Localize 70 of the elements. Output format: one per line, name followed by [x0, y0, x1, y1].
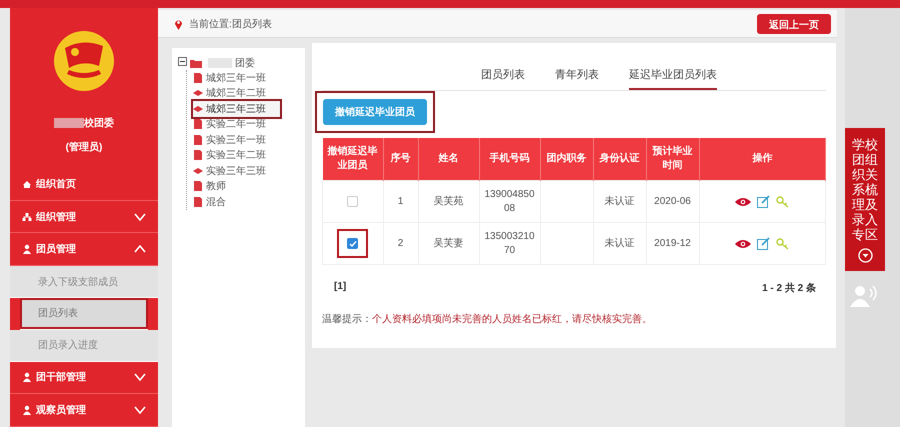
tree-item[interactable]: 实验三年三班 — [193, 163, 270, 178]
tab[interactable]: 延迟毕业团员列表 — [629, 63, 717, 90]
key-icon[interactable] — [776, 196, 790, 208]
document-icon — [193, 72, 203, 83]
table-cell: 未认证 — [604, 194, 634, 208]
tree-item[interactable]: 城郊三年一班 — [193, 70, 270, 86]
breadcrumb-text: 当前位置:团员列表 — [189, 18, 273, 30]
emblem-logo — [53, 30, 115, 92]
collapse-toggle-icon[interactable] — [178, 57, 187, 69]
document-icon — [193, 150, 203, 160]
tree-item[interactable]: 教师 — [193, 178, 230, 194]
chevron-circle-down-icon — [858, 248, 872, 263]
column-header: 团内职务 — [540, 138, 593, 180]
tree-item[interactable]: 实验二年一班 — [193, 116, 270, 132]
person-icon — [22, 244, 32, 254]
table-cell: 1 — [398, 194, 404, 208]
tree-item[interactable]: 混合 — [193, 194, 230, 210]
page-link[interactable]: [1] — [334, 281, 346, 295]
location-pin-icon — [174, 18, 183, 30]
tree-item[interactable]: 实验三年一班 — [193, 132, 270, 148]
home-icon — [22, 178, 32, 189]
eye-icon[interactable] — [735, 196, 752, 206]
hint-message: 个人资料必填项尚未完善的人员姓名已标红，请尽快核实完善。 — [372, 314, 652, 325]
tab[interactable]: 青年列表 — [555, 63, 599, 90]
redaction-block — [208, 58, 232, 68]
document-icon — [193, 181, 203, 192]
edit-icon[interactable] — [757, 195, 770, 208]
menu-item[interactable]: 团干部管理 — [10, 362, 158, 394]
table-cell: 吴芙妻 — [434, 236, 464, 250]
key-icon[interactable] — [776, 238, 790, 250]
column-header: 操作 — [699, 138, 826, 180]
hint-label: 温馨提示： — [322, 314, 372, 325]
edit-icon[interactable] — [757, 237, 770, 250]
tree-item[interactable]: 城郊三年二班 — [193, 86, 270, 101]
person-icon — [22, 405, 32, 416]
redaction-block — [54, 118, 84, 128]
column-header: 序号 — [383, 138, 418, 180]
person-icon — [22, 372, 32, 382]
hierarchy-icon — [22, 212, 32, 222]
record-count: 1 - 2 共 2 条 — [762, 282, 816, 295]
column-header: 手机号码 — [479, 138, 540, 180]
menu-item[interactable]: 观察员管理 — [10, 394, 158, 427]
column-header: 身份认证 — [593, 138, 646, 180]
eye-icon[interactable] — [735, 238, 752, 248]
tree-node[interactable]: 团委 — [235, 56, 255, 70]
folder-icon — [190, 58, 202, 68]
column-header: 姓名 — [418, 138, 479, 180]
column-header: 撤销延迟毕业团员 — [322, 138, 383, 180]
tree-item[interactable]: 实验三年二班 — [193, 148, 270, 163]
document-icon — [193, 196, 203, 207]
table-cell: 未认证 — [604, 236, 634, 250]
table-cell: 2 — [398, 236, 404, 250]
checkbox[interactable] — [347, 238, 358, 249]
organization-name: 校团委 — [84, 116, 114, 130]
menu-item[interactable]: 组织管理 — [10, 200, 158, 234]
side-entry-panel[interactable]: 学校团组织关系梳理及录入专区 — [845, 128, 885, 271]
role-label: (管理员) — [64, 140, 104, 154]
table-cell-text: 13500321070 — [483, 230, 536, 258]
document-icon — [193, 119, 203, 130]
tree-item[interactable]: 城郊三年三班 — [193, 101, 280, 116]
tab[interactable]: 团员列表 — [481, 63, 525, 90]
document-icon — [193, 134, 203, 145]
table-cell: 2020-06 — [654, 194, 691, 208]
checkbox[interactable] — [347, 196, 358, 207]
back-button[interactable]: 返回上一页 — [757, 14, 831, 34]
table-cell: 吴芙苑 — [434, 194, 464, 208]
menu-item[interactable]: 组织首页 — [10, 168, 158, 201]
table-cell: 2019-12 — [654, 236, 691, 250]
column-header: 预计毕业时间 — [646, 138, 699, 180]
table-cell-text: 13900485008 — [483, 188, 536, 216]
